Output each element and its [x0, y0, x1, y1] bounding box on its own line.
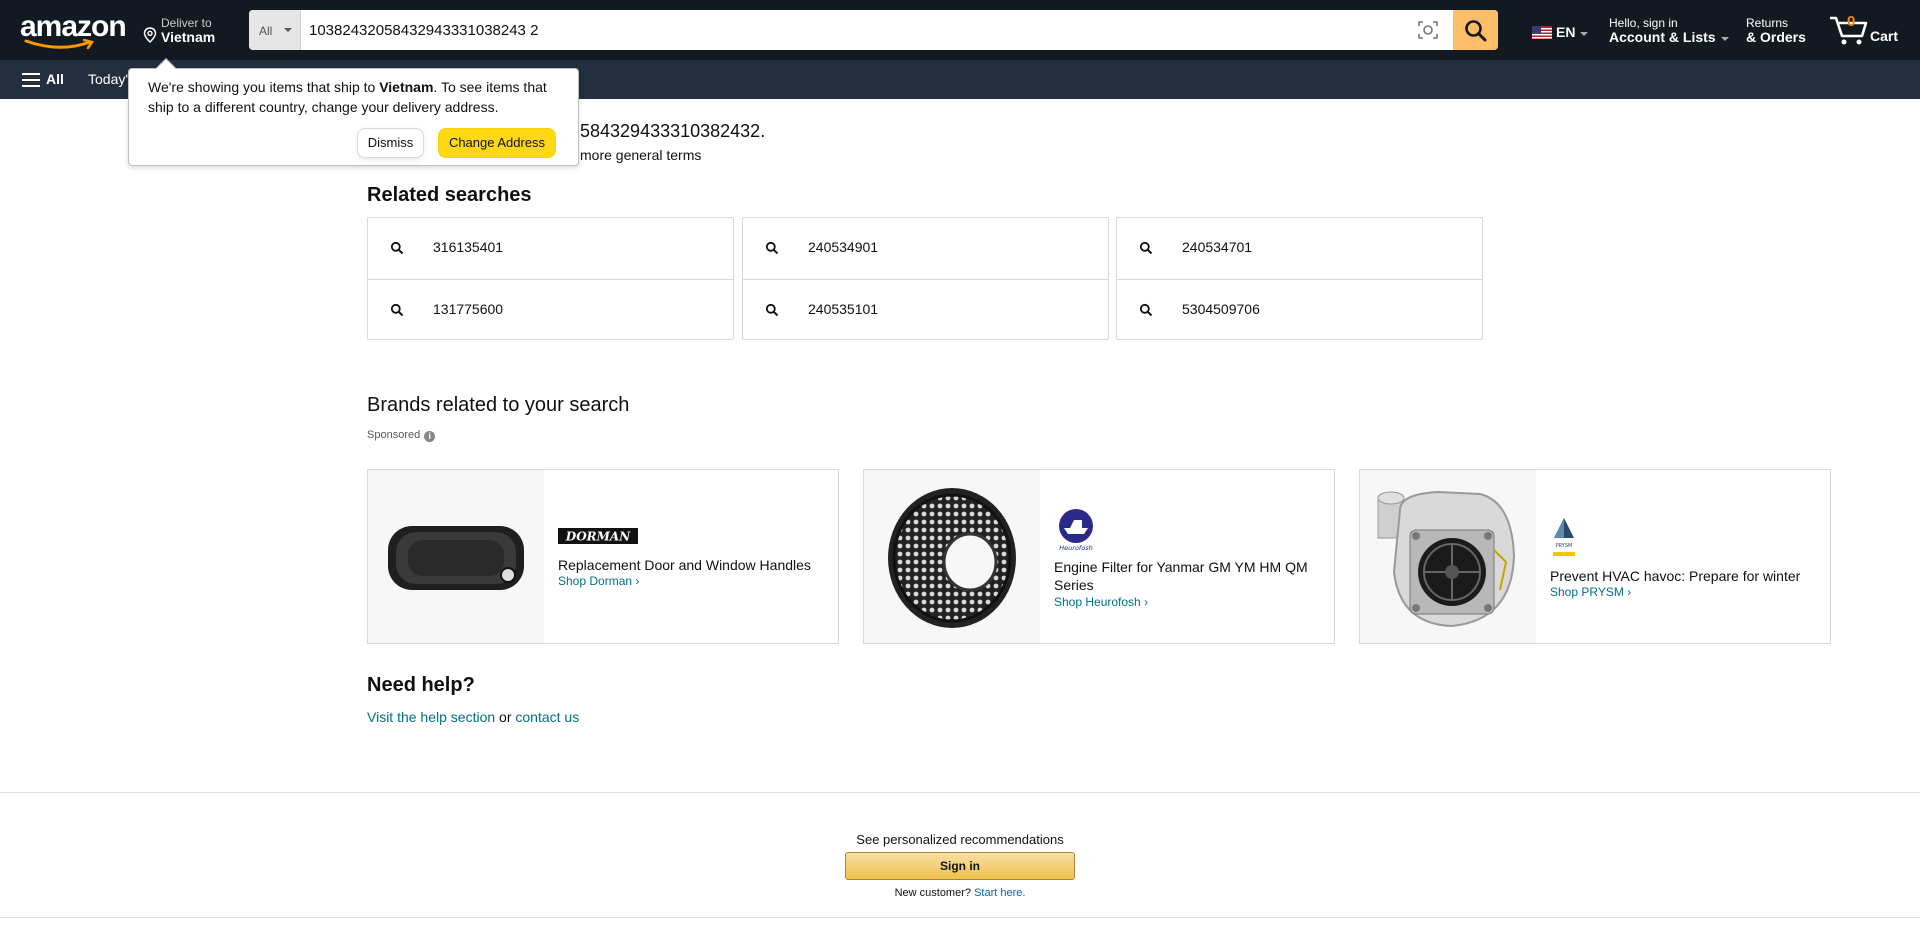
related-search-column: 316135401 131775600 [367, 217, 734, 340]
chevron-down-icon [1580, 32, 1588, 36]
contact-us-link[interactable]: contact us [515, 709, 579, 725]
related-search-text: 240534901 [808, 239, 879, 255]
all-menu-button[interactable]: All [22, 69, 68, 91]
personalized-signin-box: See personalized recommendations Sign in… [0, 792, 1920, 918]
brand-headline: Engine Filter for Yanmar GM YM HM QM Ser… [1054, 559, 1308, 593]
sign-in-button[interactable]: Sign in [845, 852, 1075, 880]
returns-orders[interactable]: Returns & Orders [1746, 15, 1808, 47]
brand-card-heurofosh[interactable]: Heurofosh Engine Filter for Yanmar GM YM… [863, 469, 1335, 644]
top-nav: amazon Deliver to Vietnam All 1038243205… [0, 0, 1920, 60]
no-results-query: 584329433310382432. [580, 121, 766, 141]
all-menu-label: All [46, 71, 64, 87]
help-line: Visit the help section or contact us [367, 709, 579, 725]
related-search-text: 316135401 [433, 239, 504, 255]
related-search-text: 240534701 [1182, 239, 1253, 255]
shop-brand-link[interactable]: Shop Dorman › [558, 574, 639, 588]
search-category-label: All [259, 24, 273, 38]
logo-smile-icon [24, 39, 95, 49]
brand-headline: Replacement Door and Window Handles [558, 557, 811, 573]
prysm-logo: PRYSM [1550, 516, 1578, 565]
search-button[interactable] [1453, 10, 1498, 50]
need-help-title: Need help? [367, 674, 475, 696]
chevron-down-icon [284, 28, 292, 32]
heurofosh-logo: Heurofosh [1054, 508, 1098, 557]
search-category-dropdown[interactable]: All [249, 10, 301, 50]
brand-headline: Prevent HVAC havoc: Prepare for winter [1550, 568, 1801, 584]
related-search-text: 131775600 [433, 301, 504, 317]
deliver-country: Vietnam [161, 29, 216, 45]
related-search-item[interactable]: 240534901 [743, 218, 1108, 278]
personalized-recs-text: See personalized recommendations [856, 832, 1064, 847]
search-icon [1465, 20, 1487, 42]
shop-brand-link[interactable]: Shop PRYSM › [1550, 585, 1631, 599]
svg-text:DORMAN: DORMAN [565, 530, 631, 544]
search-icon [765, 303, 779, 317]
brand-card-dorman[interactable]: DORMAN Replacement Door and Window Handl… [367, 469, 839, 644]
dorman-logo: DORMAN [558, 528, 638, 549]
deliver-label: Deliver to [161, 16, 212, 30]
account-greeting: Hello, sign in [1609, 16, 1678, 30]
change-address-button[interactable]: Change Address [438, 128, 556, 158]
info-icon[interactable]: i [424, 431, 436, 442]
us-flag-icon [1532, 26, 1552, 39]
hvac-blower-image[interactable] [1360, 470, 1536, 643]
camera-search-icon[interactable] [1417, 20, 1439, 40]
popover-message: We're showing you items that ship to Vie… [148, 79, 547, 115]
related-search-column: 240534901 240535101 [742, 217, 1109, 340]
dismiss-button[interactable]: Dismiss [357, 128, 424, 158]
amazon-logo[interactable]: amazon [20, 10, 127, 49]
engine-filter-image[interactable] [864, 470, 1040, 643]
brands-section-title: Brands related to your search [367, 394, 630, 416]
deliver-to[interactable]: Deliver to Vietnam [140, 15, 220, 45]
search-icon [1139, 303, 1153, 317]
returns-label: Returns [1746, 16, 1789, 30]
related-search-text: 5304509706 [1182, 301, 1260, 317]
account-label: Account & Lists [1609, 29, 1716, 45]
account-menu[interactable]: Hello, sign in Account & Lists [1609, 15, 1729, 47]
help-section-link[interactable]: Visit the help section [367, 709, 495, 725]
related-search-item[interactable]: 131775600 [368, 279, 733, 339]
related-search-item[interactable]: 240534701 [1117, 218, 1482, 278]
popover-country: Vietnam [379, 79, 434, 95]
search-icon [1139, 241, 1153, 255]
location-pin-icon [143, 27, 157, 43]
related-search-text: 240535101 [808, 301, 879, 317]
svg-text:Heurofosh: Heurofosh [1059, 544, 1092, 552]
sponsored-label: Sponsored i [367, 429, 436, 442]
search-icon [390, 303, 404, 317]
search-input[interactable] [309, 10, 1429, 50]
door-handle-image[interactable] [368, 470, 544, 643]
shop-brand-link[interactable]: Shop Heurofosh › [1054, 595, 1148, 609]
logo-wordmark: amazon [20, 10, 127, 43]
no-results-hint: more general terms [580, 147, 702, 163]
cart-label: Cart [1870, 28, 1899, 44]
related-search-item[interactable]: 316135401 [368, 218, 733, 278]
start-here-link[interactable]: Start here. [974, 887, 1025, 899]
related-search-column: 240534701 5304509706 [1116, 217, 1483, 340]
ship-to-popover: We're showing you items that ship to Vie… [128, 58, 579, 166]
search-icon [390, 241, 404, 255]
chevron-down-icon [1721, 37, 1729, 41]
hamburger-icon [22, 73, 40, 87]
language-code: EN [1556, 24, 1576, 40]
related-search-item[interactable]: 5304509706 [1117, 279, 1482, 339]
search-bar: All [249, 10, 1498, 50]
help-or: or [499, 709, 512, 725]
brand-card-prysm[interactable]: PRYSM Prevent HVAC havoc: Prepare for wi… [1359, 469, 1831, 644]
language-selector[interactable]: EN [1532, 24, 1592, 44]
search-icon [765, 241, 779, 255]
svg-text:PRYSM: PRYSM [1556, 543, 1573, 549]
orders-label: & Orders [1746, 29, 1806, 45]
new-customer-line: New customer? Start here. [894, 887, 1026, 899]
cart[interactable]: 0 Cart [1828, 10, 1908, 50]
cart-count: 0 [1847, 13, 1856, 30]
related-searches-title: Related searches [367, 184, 532, 206]
related-search-item[interactable]: 240535101 [743, 279, 1108, 339]
